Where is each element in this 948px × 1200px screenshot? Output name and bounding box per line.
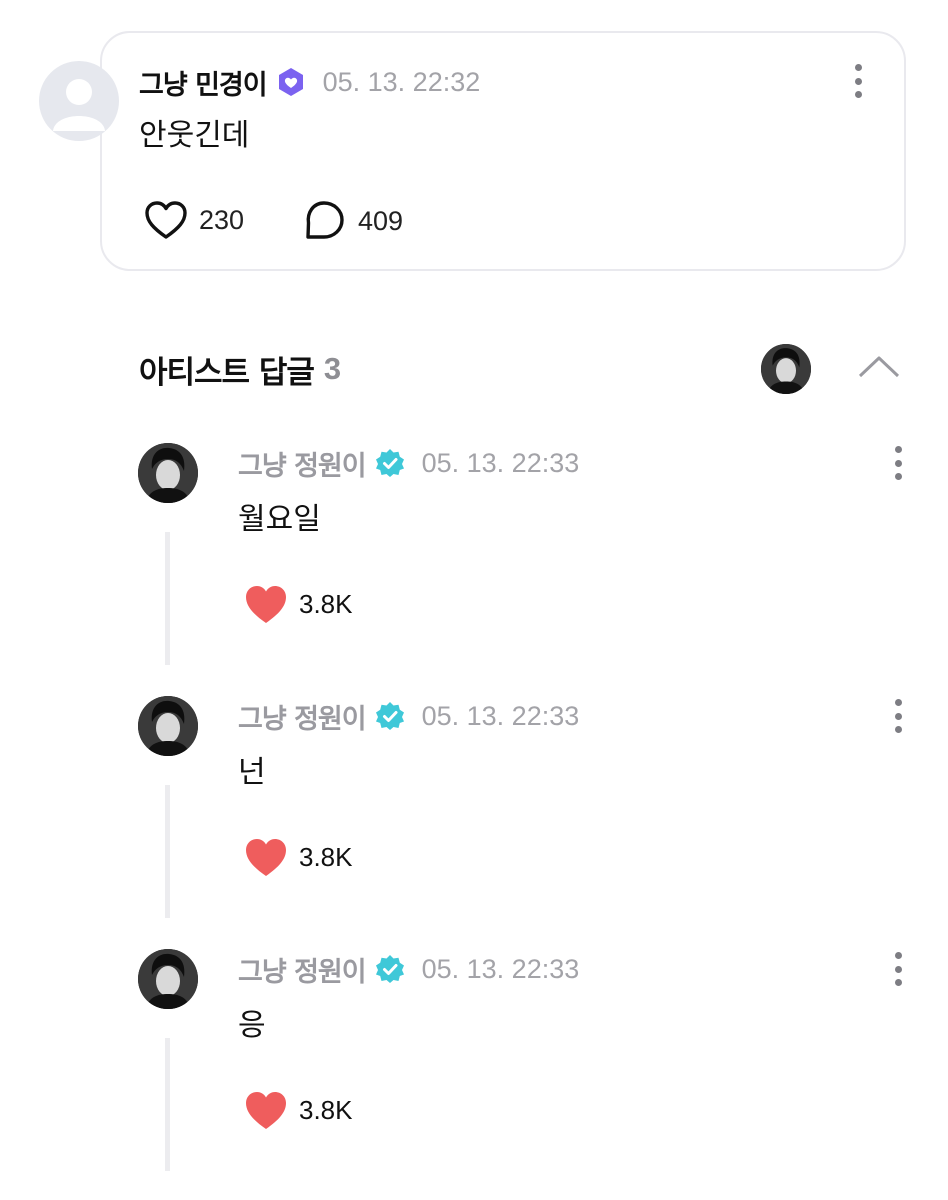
- post-header: 그냥 민경이 05. 13. 22:32: [139, 60, 480, 104]
- reply-timestamp: 05. 13. 22:33: [421, 953, 580, 984]
- reply-timestamp: 05. 13. 22:33: [421, 447, 580, 478]
- verified-badge-icon: [374, 447, 406, 479]
- reply-header: 그냥 정원이 05. 13. 22:33: [238, 694, 579, 738]
- reply-like-count: 3.8K: [299, 588, 353, 619]
- thread-line: [165, 1038, 170, 1171]
- reply-author[interactable]: 그냥 정원이: [238, 950, 367, 989]
- reply-like-button[interactable]: 3.8K: [243, 583, 353, 625]
- more-options-icon[interactable]: [892, 952, 904, 986]
- reply-author[interactable]: 그냥 정원이: [238, 697, 367, 736]
- more-options-icon[interactable]: [852, 64, 864, 98]
- reply-text: 응: [238, 1008, 266, 1043]
- verified-badge-icon: [374, 700, 406, 732]
- verified-badge-icon: [374, 953, 406, 985]
- reply-avatar[interactable]: [138, 696, 198, 756]
- artist-replies-header: 아티스트 답글 3: [139, 346, 341, 392]
- fan-badge-icon: [275, 66, 307, 98]
- post-timestamp: 05. 13. 22:32: [322, 66, 481, 97]
- reply-author[interactable]: 그냥 정원이: [238, 444, 367, 483]
- more-options-icon[interactable]: [892, 446, 904, 480]
- reply-avatar[interactable]: [138, 443, 198, 503]
- reply-like-button[interactable]: 3.8K: [243, 1089, 353, 1131]
- reply-like-count: 3.8K: [299, 1094, 353, 1125]
- comment-bubble-icon: [306, 201, 344, 239]
- like-button[interactable]: 230: [143, 199, 244, 241]
- comment-count: 409: [358, 205, 404, 236]
- reply-like-button[interactable]: 3.8K: [243, 836, 353, 878]
- reply-text: 넌: [238, 755, 266, 790]
- reply-like-count: 3.8K: [299, 841, 353, 872]
- post-text: 안웃긴데: [139, 118, 250, 153]
- reply-text: 월요일: [238, 502, 321, 537]
- section-title: 아티스트 답글: [139, 354, 315, 391]
- reply-header: 그냥 정원이 05. 13. 22:33: [238, 441, 579, 485]
- heart-filled-icon: [246, 586, 286, 623]
- chevron-up-icon[interactable]: [857, 350, 901, 380]
- thread-line: [165, 532, 170, 665]
- heart-outline-icon: [145, 201, 187, 239]
- thread-line: [165, 785, 170, 918]
- comment-button[interactable]: 409: [302, 199, 403, 243]
- reply-count: 3: [323, 351, 342, 386]
- artist-avatar[interactable]: [761, 344, 811, 394]
- heart-filled-icon: [246, 1092, 286, 1129]
- post-author[interactable]: 그냥 민경이: [139, 63, 268, 102]
- reply-avatar[interactable]: [138, 949, 198, 1009]
- more-options-icon[interactable]: [892, 699, 904, 733]
- reply-timestamp: 05. 13. 22:33: [421, 700, 580, 731]
- reply-header: 그냥 정원이 05. 13. 22:33: [238, 947, 579, 991]
- avatar[interactable]: [39, 61, 119, 141]
- like-count: 230: [199, 204, 245, 235]
- heart-filled-icon: [246, 839, 286, 876]
